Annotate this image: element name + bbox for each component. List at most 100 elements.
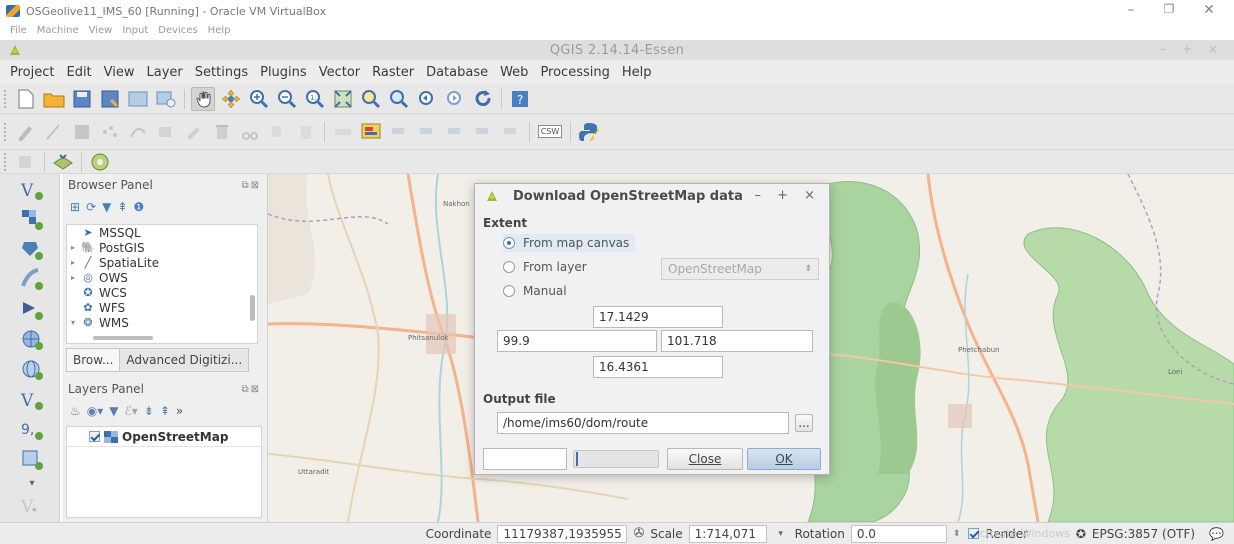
menu-view[interactable]: View <box>98 65 141 80</box>
host-menu-file[interactable]: File <box>10 25 27 36</box>
zoom-to-selection-icon[interactable] <box>359 87 383 111</box>
toolbar-grip[interactable] <box>4 122 8 141</box>
browser-item-postgis[interactable]: ▸ 🐘 PostGIS <box>67 240 257 255</box>
render-checkbox[interactable] <box>968 528 980 539</box>
messages-icon[interactable]: 💬 <box>1209 527 1224 541</box>
move-label-icon[interactable] <box>443 120 467 144</box>
rotate-label-icon[interactable] <box>471 120 495 144</box>
refresh-icon[interactable] <box>471 87 495 111</box>
expand-all-icon[interactable]: ⇟ <box>144 404 154 418</box>
copy-features-icon[interactable] <box>266 120 290 144</box>
toggle-extents-icon[interactable]: ✇ <box>633 526 644 541</box>
menu-plugins[interactable]: Plugins <box>254 65 313 80</box>
collapse-all-layers-icon[interactable]: ⇞ <box>160 404 170 418</box>
east-input[interactable]: 101.718 <box>661 330 813 352</box>
add-group-icon[interactable]: ◉▾ <box>87 404 104 418</box>
pan-to-selection-icon[interactable] <box>219 87 243 111</box>
add-postgis-layer-icon[interactable] <box>14 236 50 264</box>
west-input[interactable]: 99.9 <box>497 330 657 352</box>
ok-button[interactable]: OK <box>747 448 821 470</box>
add-wcs-layer-icon[interactable] <box>14 356 50 384</box>
zoom-last-icon[interactable] <box>415 87 439 111</box>
menu-help[interactable]: Help <box>616 65 658 80</box>
menu-project[interactable]: Project <box>4 65 60 80</box>
menu-vector[interactable]: Vector <box>313 65 366 80</box>
browser-horizontal-scrollbar[interactable] <box>93 336 153 340</box>
browser-item-wcs[interactable]: ✪ WCS <box>67 285 257 300</box>
open-project-icon[interactable] <box>42 87 66 111</box>
browser-item-spatialite[interactable]: ▸ ╱ SpatiaLite <box>67 255 257 270</box>
expand-arrow-icon[interactable]: ▸ <box>71 258 81 267</box>
filter-browser-icon[interactable]: ▼ <box>102 200 111 214</box>
panel-float-close-icon[interactable]: ⧉⊠ <box>241 180 261 191</box>
menu-web[interactable]: Web <box>494 65 534 80</box>
radio-button[interactable] <box>503 261 515 273</box>
add-wfs-layer-icon[interactable]: V <box>14 386 50 414</box>
properties-icon[interactable]: ❶ <box>133 200 144 214</box>
radio-from-map-canvas[interactable]: From map canvas <box>503 234 636 252</box>
new-print-composer-icon[interactable] <box>126 87 150 111</box>
radio-from-layer[interactable]: From layer <box>503 260 587 274</box>
browser-item-wfs[interactable]: ✿ WFS <box>67 300 257 315</box>
host-menu-devices[interactable]: Devices <box>158 25 197 36</box>
expand-arrow-icon[interactable]: ▸ <box>71 273 81 282</box>
more-icon[interactable]: » <box>176 404 183 418</box>
host-menu-view[interactable]: View <box>89 25 113 36</box>
add-selected-layers-icon[interactable]: ⊞ <box>70 200 80 214</box>
paste-features-icon[interactable] <box>294 120 318 144</box>
delete-selected-icon[interactable] <box>210 120 234 144</box>
minimize-icon[interactable]: – <box>1116 2 1146 18</box>
change-label-icon[interactable] <box>499 120 523 144</box>
radio-button[interactable] <box>503 285 515 297</box>
add-wms-layer-icon[interactable] <box>14 326 50 354</box>
identify-features-icon[interactable] <box>14 150 38 174</box>
help-icon[interactable]: ? <box>508 87 532 111</box>
zoom-next-icon[interactable] <box>443 87 467 111</box>
rotate-feature-icon[interactable] <box>182 120 206 144</box>
dialog-window-controls-icon[interactable]: – + × <box>754 188 821 203</box>
host-menu-input[interactable]: Input <box>122 25 148 36</box>
radio-button[interactable] <box>503 237 515 249</box>
output-file-input[interactable]: /home/ims60/dom/route <box>497 412 789 434</box>
zoom-out-icon[interactable] <box>275 87 299 111</box>
zoom-full-icon[interactable] <box>331 87 355 111</box>
menu-edit[interactable]: Edit <box>60 65 97 80</box>
qgis-window-controls-icon[interactable]: – + × <box>1160 42 1224 56</box>
refresh-browser-icon[interactable]: ⟳ <box>86 200 96 214</box>
close-icon[interactable]: ✕ <box>1194 2 1224 18</box>
expand-arrow-icon[interactable]: ▸ <box>71 243 81 252</box>
layer-visibility-checkbox[interactable] <box>89 431 100 442</box>
browser-item-mssql[interactable]: ➤ MSSQL <box>67 225 257 240</box>
coordinate-field[interactable]: 11179387,1935955 <box>497 524 628 543</box>
browser-tree[interactable]: ➤ MSSQL ▸ 🐘 PostGIS ▸ ╱ SpatiaLite ▸ ◎ OWS ✪ WCS… <box>66 224 258 344</box>
add-mssql-layer-icon[interactable] <box>14 296 50 324</box>
label-tool-icon[interactable] <box>331 120 355 144</box>
current-edits-icon[interactable] <box>14 120 38 144</box>
new-project-icon[interactable] <box>14 87 38 111</box>
restore-icon[interactable]: ❐ <box>1154 2 1184 16</box>
composer-manager-icon[interactable] <box>154 87 178 111</box>
more-tools-chevron-icon[interactable]: ▾ <box>14 476 50 490</box>
menu-processing[interactable]: Processing <box>534 65 615 80</box>
host-menu-help[interactable]: Help <box>208 25 231 36</box>
zoom-native-icon[interactable]: 1:1 <box>303 87 327 111</box>
node-tool-icon[interactable] <box>154 120 178 144</box>
csw-search-icon[interactable]: CSW <box>536 120 564 144</box>
menu-raster[interactable]: Raster <box>366 65 420 80</box>
filter-legend-icon[interactable]: ▼ <box>109 404 118 418</box>
layer-styling-icon[interactable]: ♨ <box>70 404 81 418</box>
south-input[interactable]: 16.4361 <box>593 356 723 378</box>
add-raster-layer-icon[interactable] <box>14 206 50 234</box>
tab-advanced-digitizing[interactable]: Advanced Digitizi... <box>119 348 250 372</box>
toolbar-grip[interactable] <box>4 89 8 108</box>
show-hide-labels-icon[interactable] <box>415 120 439 144</box>
menu-layer[interactable]: Layer <box>141 65 189 80</box>
rotation-field[interactable]: 0.0 <box>850 524 947 543</box>
filter-expression-icon[interactable]: ℰ▾ <box>125 404 138 418</box>
north-input[interactable]: 17.1429 <box>593 306 723 328</box>
tab-browser[interactable]: Brow... <box>66 348 121 372</box>
radio-manual[interactable]: Manual <box>503 284 567 298</box>
add-feature-icon[interactable] <box>98 120 122 144</box>
browser-vertical-scrollbar[interactable] <box>250 295 255 321</box>
panel-float-close-icon[interactable]: ⧉⊠ <box>241 384 261 395</box>
